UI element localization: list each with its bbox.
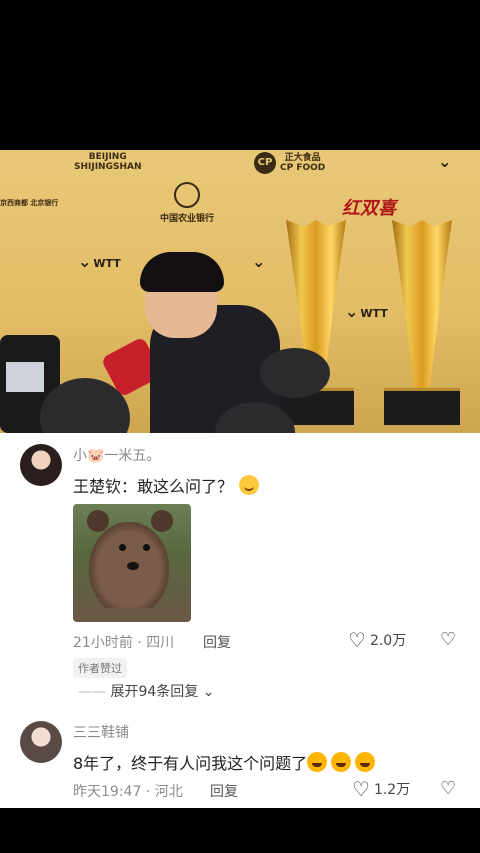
bottom-bar	[0, 808, 480, 853]
dislike-icon[interactable]: ♡	[440, 629, 456, 650]
laugh-cry-emoji-icon	[355, 752, 376, 772]
smile-emoji-icon	[239, 475, 260, 495]
reply-button[interactable]: 回复	[203, 632, 231, 652]
laugh-cry-emoji-icon	[331, 752, 352, 772]
comment-text: 王楚钦：敢这么问了？	[73, 473, 260, 497]
author-liked-badge: 作者赞过	[73, 658, 127, 678]
speaker-hair	[140, 252, 224, 292]
video-frame[interactable]: BEIJING SHIJINGSHAN CP 正大食品 CP FOOD ⌄ 京西商…	[0, 150, 480, 433]
comment-text: 8年了，终于有人问我这个问题了	[73, 750, 376, 774]
audience-head-3	[260, 348, 330, 398]
like-count: 2.0万	[369, 633, 407, 649]
reply-button[interactable]: 回复	[210, 781, 238, 801]
avatar[interactable]	[20, 721, 62, 763]
like-count: 1.2万	[373, 782, 411, 798]
comment-username[interactable]: 小🐷一米五。	[73, 445, 160, 465]
heart-icon: ♡	[352, 777, 370, 801]
expand-replies-button[interactable]: —— 展开94条回复 ⌄	[78, 681, 214, 701]
comment-meta: 21小时前 · 四川	[73, 635, 175, 651]
divider-line: ——	[78, 684, 106, 700]
like-button[interactable]: ♡ 1.2万	[352, 779, 410, 799]
heart-icon: ♡	[348, 628, 366, 652]
comment-image-bear[interactable]	[73, 504, 191, 622]
laugh-cry-emoji-icon	[307, 752, 328, 772]
avatar[interactable]	[20, 444, 62, 486]
chevron-down-icon: ⌄	[202, 684, 215, 700]
comment-username[interactable]: 三三鞋铺	[73, 722, 129, 742]
comment-meta: 昨天19:47 · 河北	[73, 784, 183, 800]
dislike-icon[interactable]: ♡	[440, 778, 456, 799]
video-scene	[0, 150, 480, 433]
like-button[interactable]: ♡ 2.0万	[348, 630, 406, 650]
camera-screen	[6, 362, 44, 392]
